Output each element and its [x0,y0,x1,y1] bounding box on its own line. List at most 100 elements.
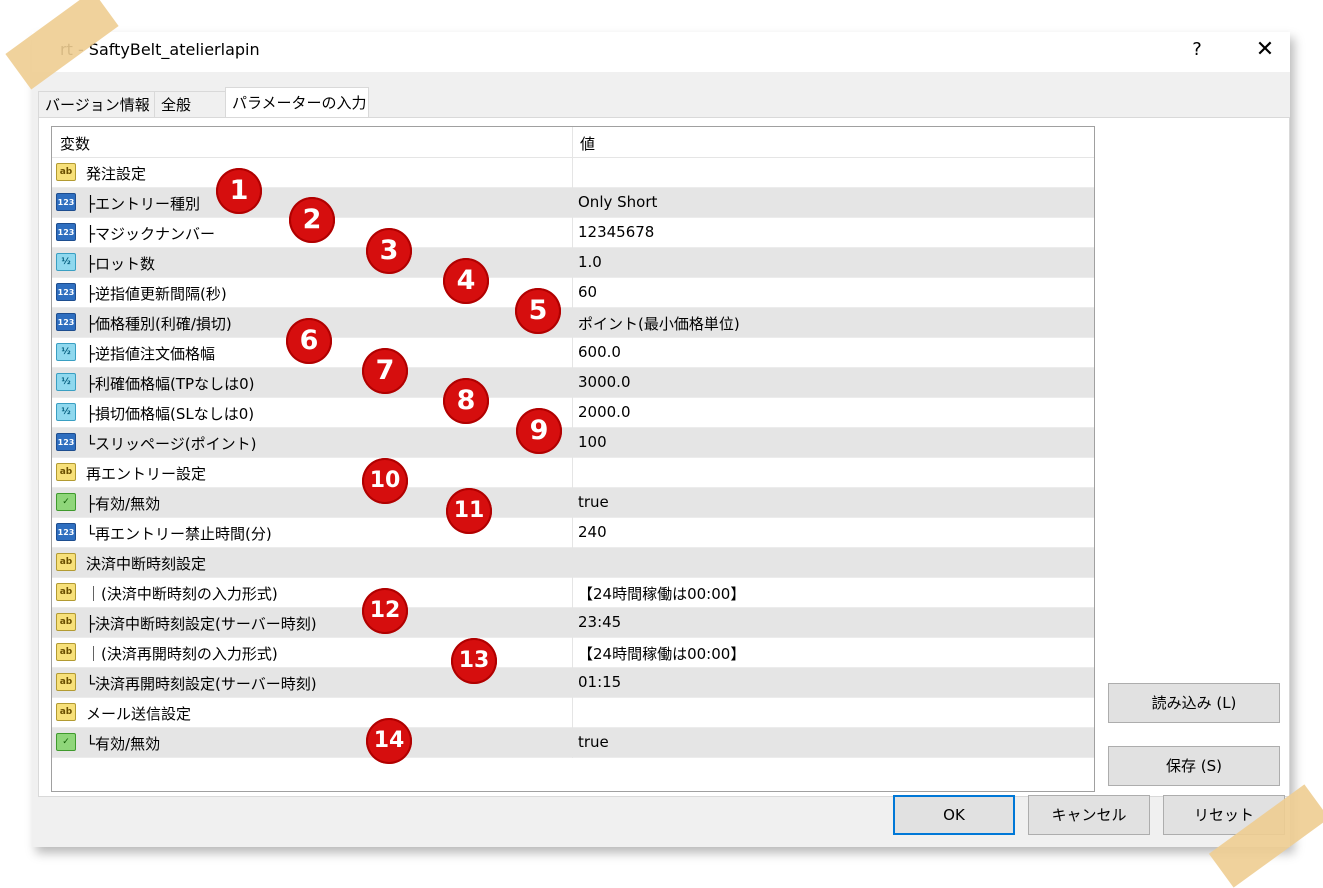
cell-divider [572,458,573,488]
integer-type-icon: 123 [56,313,76,331]
title-bar: rt - SaftyBelt_atelierlapin ? ✕ [32,32,1290,72]
string-type-icon: ab [56,163,76,181]
parameters-panel: 変数 値 ab 発注設定 123 ├エントリー種別 Only Short 123 ├マジック… [38,117,1290,797]
table-row[interactable]: 123 ├価格種別(利確/損切) ポイント(最小価格単位) [52,308,1094,338]
table-row[interactable]: ab 決済中断時刻設定 [52,548,1094,578]
string-type-icon: ab [56,703,76,721]
table-row[interactable]: ab 再エントリー設定 [52,458,1094,488]
parameter-value[interactable]: 2000.0 [578,403,631,421]
table-row[interactable]: ab ├決済中断時刻設定(サーバー時刻) 23:45 [52,608,1094,638]
integer-type-icon: 123 [56,523,76,541]
column-header-value[interactable]: 値 [580,133,595,154]
tab-version-info[interactable]: バージョン情報 [38,91,156,117]
parameter-name: ├利確価格幅(TPなしは0) [86,375,255,393]
column-divider[interactable] [572,127,573,157]
string-type-icon: ab [56,643,76,661]
boolean-type-icon: ✓ [56,493,76,511]
parameter-name: └有効/無効 [86,735,161,753]
table-row[interactable]: ab └決済再開時刻設定(サーバー時刻) 01:15 [52,668,1094,698]
ok-button[interactable]: OK [893,795,1015,835]
annotation-badge: 4 [443,258,489,304]
column-header-variable[interactable]: 変数 [60,133,90,154]
parameter-name: 決済中断時刻設定 [86,555,207,573]
double-type-icon: ½ [56,373,76,391]
tab-general[interactable]: 全般 [154,91,226,117]
table-row[interactable]: ½ ├逆指値注文価格幅 600.0 [52,338,1094,368]
table-row[interactable]: ✓ ├有効/無効 true [52,488,1094,518]
string-type-icon: ab [56,613,76,631]
table-row[interactable]: ½ ├利確価格幅(TPなしは0) 3000.0 [52,368,1094,398]
cell-divider [572,428,573,458]
parameter-value[interactable]: true [578,493,609,511]
parameter-value[interactable]: 1.0 [578,253,602,271]
parameter-value[interactable]: true [578,733,609,751]
boolean-type-icon: ✓ [56,733,76,751]
integer-type-icon: 123 [56,283,76,301]
parameter-name: 発注設定 [86,165,147,183]
cell-divider [572,578,573,608]
parameter-value[interactable]: 60 [578,283,597,301]
table-row[interactable]: 123 ├マジックナンバー 12345678 [52,218,1094,248]
cell-divider [572,308,573,338]
table-row[interactable]: 123 └再エントリー禁止時間(分) 240 [52,518,1094,548]
cell-divider [572,398,573,428]
grid-header: 変数 値 [52,127,1094,158]
table-row[interactable]: ab メール送信設定 [52,698,1094,728]
parameter-value[interactable]: 【24時間稼働は00:00】 [578,583,745,604]
close-icon[interactable]: ✕ [1248,36,1282,64]
parameter-value[interactable]: ポイント(最小価格単位) [578,313,740,334]
annotation-badge: 14 [366,718,412,764]
table-row[interactable]: ab ｜(決済再開時刻の入力形式) 【24時間稼働は00:00】 [52,638,1094,668]
parameter-value[interactable]: 23:45 [578,613,621,631]
table-row[interactable]: ½ ├ロット数 1.0 [52,248,1094,278]
save-button[interactable]: 保存 (S) [1108,746,1280,786]
cell-divider [572,698,573,728]
parameter-value[interactable]: 600.0 [578,343,621,361]
load-button[interactable]: 読み込み (L) [1108,683,1280,723]
parameter-name: ├損切価格幅(SLなしは0) [86,405,255,423]
table-row[interactable]: ✓ └有効/無効 true [52,728,1094,758]
cell-divider [572,518,573,548]
table-row[interactable]: 123 ├逆指値更新間隔(秒) 60 [52,278,1094,308]
double-type-icon: ½ [56,403,76,421]
parameter-name: └スリッページ(ポイント) [86,435,257,453]
string-type-icon: ab [56,673,76,691]
annotation-badge: 1 [216,168,262,214]
table-row[interactable]: ab ｜(決済中断時刻の入力形式) 【24時間稼働は00:00】 [52,578,1094,608]
tab-input-parameters[interactable]: パラメーターの入力 [225,87,369,118]
parameter-value[interactable]: Only Short [578,193,657,211]
parameter-value[interactable]: 01:15 [578,673,621,691]
table-row[interactable]: 123 └スリッページ(ポイント) 100 [52,428,1094,458]
double-type-icon: ½ [56,253,76,271]
double-type-icon: ½ [56,343,76,361]
annotation-badge: 7 [362,348,408,394]
cell-divider [572,548,573,578]
parameter-grid[interactable]: 変数 値 ab 発注設定 123 ├エントリー種別 Only Short 123 ├マジック… [51,126,1095,792]
parameter-value[interactable]: 100 [578,433,607,451]
table-row[interactable]: ab 発注設定 [52,158,1094,188]
cell-divider [572,668,573,698]
string-type-icon: ab [56,463,76,481]
parameter-value[interactable]: 12345678 [578,223,654,241]
integer-type-icon: 123 [56,433,76,451]
parameter-name: ├逆指値更新間隔(秒) [86,285,227,303]
annotation-badge: 10 [362,458,408,504]
help-icon[interactable]: ? [1182,36,1212,64]
parameter-name: └再エントリー禁止時間(分) [86,525,272,543]
parameter-name: ├マジックナンバー [86,225,216,243]
string-type-icon: ab [56,583,76,601]
table-row[interactable]: ½ ├損切価格幅(SLなしは0) 2000.0 [52,398,1094,428]
annotation-badge: 5 [515,288,561,334]
cell-divider [572,218,573,248]
annotation-badge: 13 [451,638,497,684]
parameter-value[interactable]: 240 [578,523,607,541]
cancel-button[interactable]: キャンセル [1028,795,1150,835]
parameter-value[interactable]: 3000.0 [578,373,631,391]
cell-divider [572,608,573,638]
annotation-badge: 2 [289,197,335,243]
grid-rows: ab 発注設定 123 ├エントリー種別 Only Short 123 ├マジックナンバー 1… [52,158,1094,758]
table-row[interactable]: 123 ├エントリー種別 Only Short [52,188,1094,218]
cell-divider [572,728,573,758]
parameter-value[interactable]: 【24時間稼働は00:00】 [578,643,745,664]
annotation-badge: 8 [443,378,489,424]
